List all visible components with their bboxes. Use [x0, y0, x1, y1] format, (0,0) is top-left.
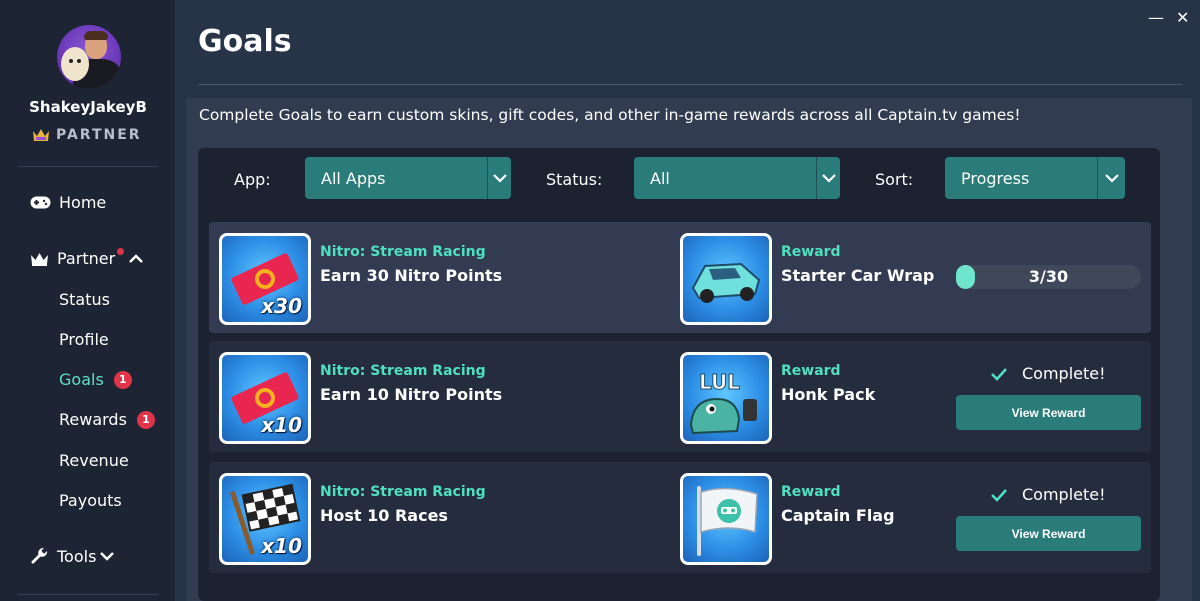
crown-icon [31, 252, 48, 266]
multiplier-label: x10 [261, 413, 302, 437]
goal-progress-bar: 3/30 [956, 265, 1141, 289]
sidebar-item-label: Revenue [59, 451, 129, 470]
status-select-value: All [650, 168, 670, 188]
partner-badge: PARTNER [32, 127, 142, 143]
lul-text: LUL [699, 370, 740, 394]
progress-text: 3/30 [1028, 267, 1069, 286]
sidebar-item-rewards[interactable]: Rewards 1 [59, 410, 155, 429]
goal-category: Nitro: Stream Racing [320, 484, 486, 500]
view-reward-button[interactable]: View Reward [956, 516, 1141, 551]
goal-icon-tile: x10 [219, 352, 311, 444]
sort-filter-label: Sort: [875, 170, 914, 189]
intro-text: Complete Goals to earn custom skins, gif… [199, 106, 1021, 124]
minimize-button[interactable]: — [1148, 8, 1164, 27]
check-icon [991, 367, 1007, 381]
sidebar-item-label: Status [59, 290, 110, 309]
sidebar-item-revenue[interactable]: Revenue [59, 451, 129, 470]
sort-select-value: Progress [961, 168, 1030, 188]
partner-badge-label: PARTNER [56, 127, 142, 143]
count-badge: 1 [136, 410, 155, 429]
sidebar-item-label: Rewards [59, 410, 127, 429]
goal-name: Earn 10 Nitro Points [320, 385, 503, 404]
sidebar-item-payouts[interactable]: Payouts [59, 491, 122, 510]
sidebar-item-home[interactable]: Home [30, 193, 106, 212]
chevron-up-icon [129, 254, 144, 263]
sidebar-item-profile[interactable]: Profile [59, 330, 109, 349]
divider [18, 166, 158, 167]
goal-category: Nitro: Stream Racing [320, 363, 486, 379]
chevron-down-icon [100, 552, 115, 561]
reward-name: Honk Pack [781, 385, 876, 404]
captain-flag-icon [697, 486, 758, 556]
chevron-down-icon [1097, 157, 1125, 199]
reward-name: Captain Flag [781, 506, 895, 525]
view-reward-button[interactable]: View Reward [956, 395, 1141, 430]
reward-category: Reward [781, 484, 841, 500]
crown-icon [33, 129, 49, 141]
sidebar-item-status[interactable]: Status [59, 290, 110, 309]
complete-status: Complete! [990, 364, 1106, 383]
gamepad-icon [30, 196, 51, 209]
multiplier-label: x10 [261, 534, 302, 558]
reward-icon-tile: LUL [680, 352, 772, 444]
sidebar-item-label: Partner [57, 249, 116, 268]
status-filter-label: Status: [546, 170, 603, 189]
divider [198, 84, 1182, 85]
close-button[interactable]: ✕ [1176, 8, 1189, 27]
sidebar: ShakeyJakeyB PARTNER Home Partner Status… [0, 0, 176, 601]
sidebar-item-label: Payouts [59, 491, 122, 510]
goal-name: Earn 30 Nitro Points [320, 266, 503, 285]
sidebar-item-goals[interactable]: Goals 1 [59, 370, 132, 389]
divider [18, 594, 158, 595]
goal-icon-tile: x30 [219, 233, 311, 325]
sidebar-item-label: Profile [59, 330, 109, 349]
reward-category: Reward [781, 244, 841, 260]
reward-icon-tile [680, 233, 772, 325]
sidebar-item-label: Goals [59, 370, 104, 389]
username: ShakeyJakeyB [29, 98, 147, 116]
avatar[interactable] [57, 25, 121, 89]
check-icon [991, 488, 1007, 502]
app-filter-label: App: [234, 170, 271, 189]
complete-status: Complete! [990, 485, 1106, 504]
app-select[interactable]: All Apps [305, 157, 511, 199]
status-text: Complete! [1022, 485, 1106, 504]
sidebar-item-label: Home [59, 193, 107, 212]
status-select[interactable]: All [634, 157, 840, 199]
goal-category: Nitro: Stream Racing [320, 244, 486, 260]
reward-name: Starter Car Wrap [781, 266, 935, 285]
goal-icon-tile: x10 [219, 473, 311, 565]
count-badge: 1 [113, 370, 132, 389]
page-title: Goals [198, 24, 292, 59]
wrench-icon [31, 547, 48, 564]
sort-select[interactable]: Progress [945, 157, 1125, 199]
multiplier-label: x30 [261, 294, 302, 318]
notification-dot [117, 248, 124, 255]
goal-name: Host 10 Races [320, 506, 448, 525]
sidebar-item-partner[interactable]: Partner [30, 249, 144, 268]
lul-honk-icon: LUL [689, 370, 757, 435]
chevron-down-icon [816, 157, 840, 199]
sidebar-item-label: Tools [57, 547, 97, 566]
app-select-value: All Apps [321, 168, 386, 188]
status-text: Complete! [1022, 364, 1106, 383]
reward-category: Reward [781, 363, 841, 379]
chevron-down-icon [487, 157, 511, 199]
sidebar-item-tools[interactable]: Tools [30, 547, 115, 566]
reward-icon-tile [680, 473, 772, 565]
car-icon [691, 262, 761, 303]
